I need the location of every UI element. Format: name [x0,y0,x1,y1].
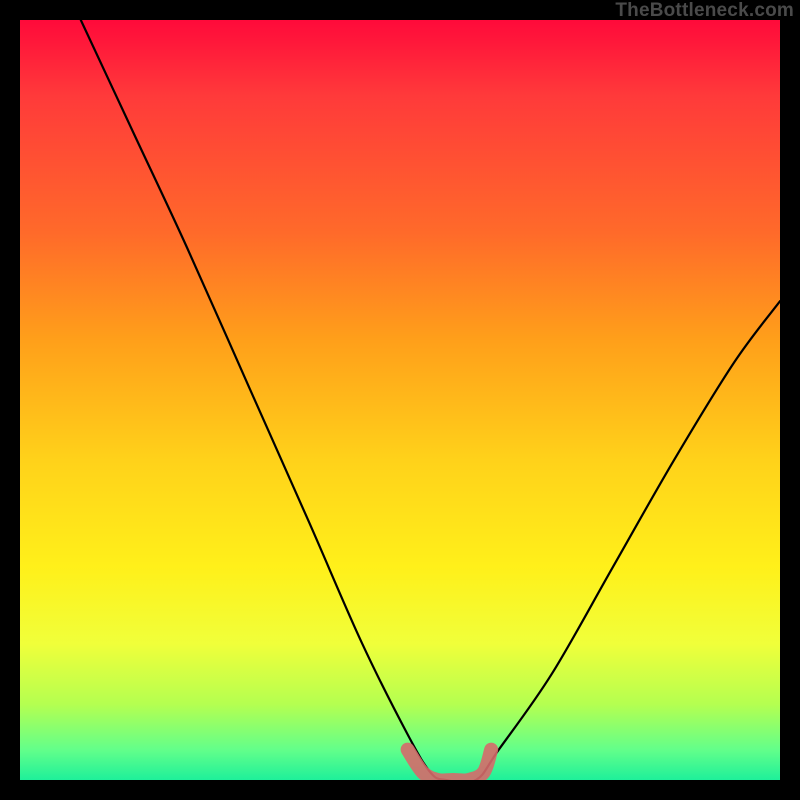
curve-layer [20,20,780,780]
primary-curve [81,20,780,780]
plot-area [20,20,780,780]
watermark-text: TheBottleneck.com [615,0,794,22]
flat-marker [408,750,492,780]
chart-frame: TheBottleneck.com [0,0,800,800]
